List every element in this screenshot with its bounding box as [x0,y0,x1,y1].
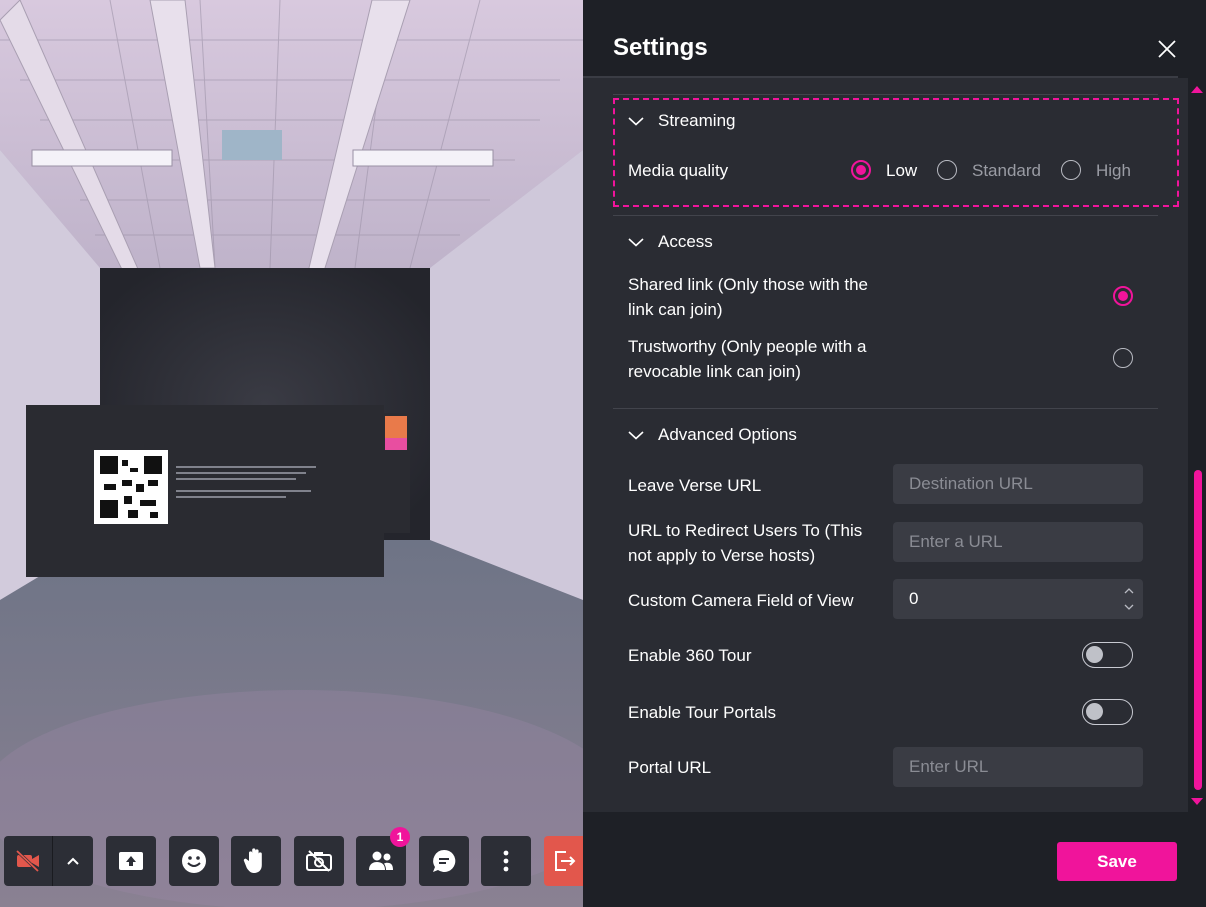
fov-number-input[interactable]: 0 [893,579,1143,619]
close-button[interactable] [1155,37,1179,61]
shared-link-label-2: link can join) [628,300,723,319]
smiley-icon [182,849,206,873]
raise-hand-button[interactable] [231,836,281,886]
redirect-url-input[interactable] [893,522,1143,562]
screenshot-disabled-button[interactable] [294,836,344,886]
panel-title: Settings [613,34,708,61]
participants-button[interactable]: 1 [356,827,410,886]
leave-url-label: Leave Verse URL [628,476,762,495]
quality-low-label: Low [886,161,918,180]
section-divider [613,94,1158,95]
leave-button[interactable] [544,836,583,886]
redirect-url-label-1: URL to Redirect Users To (This [628,521,863,540]
camera-disabled-icon [306,850,332,872]
save-button[interactable]: Save [1057,842,1177,881]
tour-portals-toggle[interactable] [1082,699,1133,725]
chat-button[interactable] [419,836,469,886]
shared-link-radio[interactable] [1113,286,1133,306]
chevron-down-icon [628,117,644,126]
chevron-up-icon [67,857,79,865]
virtual-room-viewport[interactable]: 1 [0,0,583,907]
portal-url-input[interactable] [893,747,1143,787]
leave-url-input[interactable] [893,464,1143,504]
reactions-button[interactable] [169,836,219,886]
upload-screen-icon [119,852,143,870]
fov-value: 0 [909,589,919,608]
exit-icon [555,851,576,871]
tour-label: Enable 360 Tour [628,646,752,665]
trustworthy-label-2: revocable link can join) [628,362,801,381]
close-icon [1158,40,1176,58]
streaming-heading: Streaming [658,111,736,130]
access-section-toggle[interactable]: Access [628,232,713,252]
settings-footer: Save [583,812,1206,907]
advanced-heading: Advanced Options [658,425,797,444]
settings-panel: Settings Streaming Media quality Low Sta… [583,0,1206,907]
redirect-url-label-2: not apply to Verse hosts) [628,546,816,565]
chevron-down-icon [628,238,644,247]
scrollbar-thumb[interactable] [1194,470,1202,790]
shared-link-label-1: Shared link (Only those with the [628,275,869,294]
camera-off-icon [15,849,40,873]
tour-portals-label: Enable Tour Portals [628,703,777,722]
media-quality-label: Media quality [628,161,729,180]
camera-toggle-group [4,836,93,886]
section-divider [613,215,1158,216]
participants-count-badge: 1 [390,827,410,847]
section-divider [613,408,1158,409]
quality-high-radio[interactable] [1061,160,1081,180]
hand-icon [243,848,262,873]
scroll-up-arrow-icon[interactable] [1190,84,1204,94]
advanced-section-toggle[interactable]: Advanced Options [628,425,797,445]
chevron-down-icon [628,431,644,440]
settings-scroll-area[interactable]: Streaming Media quality Low Standard Hig… [583,78,1188,812]
tour-toggle[interactable] [1082,642,1133,668]
trustworthy-label-1: Trustworthy (Only people with a [628,337,867,356]
camera-options-button[interactable] [53,836,93,886]
quality-standard-radio[interactable] [937,160,957,180]
access-heading: Access [658,232,713,251]
fov-label: Custom Camera Field of View [628,591,854,610]
more-options-button[interactable] [481,836,531,886]
chat-bubble-icon [433,849,456,872]
quality-standard-label: Standard [972,161,1041,180]
scroll-down-arrow-icon[interactable] [1190,797,1204,807]
stepper-arrows-icon[interactable] [1123,586,1135,612]
quality-high-label: High [1096,161,1131,180]
more-vertical-icon [503,850,509,872]
camera-off-button[interactable] [4,836,53,886]
people-icon [369,851,393,870]
portal-url-label: Portal URL [628,758,712,777]
share-screen-button[interactable] [106,836,156,886]
trustworthy-radio[interactable] [1113,348,1133,368]
quality-low-radio[interactable] [851,160,871,180]
streaming-section-toggle[interactable]: Streaming [628,111,735,131]
gallery-room-render [0,0,583,907]
